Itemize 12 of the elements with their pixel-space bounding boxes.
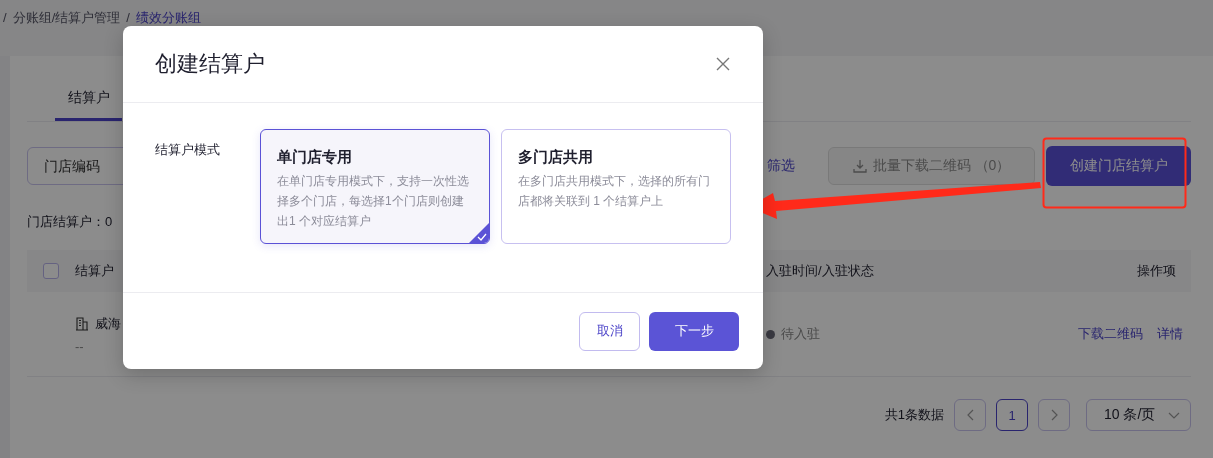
column-header: 结算户	[75, 262, 115, 280]
store-account-count: 门店结算户：0	[27, 213, 113, 231]
status-label: 待入驻	[781, 325, 820, 343]
breadcrumb-separator: /	[126, 10, 130, 27]
account-subtitle: --	[75, 338, 85, 354]
breadcrumb-separator: /	[3, 10, 7, 27]
total-count: 共1条数据	[884, 406, 944, 424]
column-header: 入驻时间/入驻状态	[766, 262, 875, 280]
dialog-title: 创建结算户	[155, 50, 265, 78]
field-label: 结算户模式	[155, 141, 221, 159]
column-header: 操作项	[1137, 262, 1177, 280]
account-name: 威海	[95, 314, 121, 333]
